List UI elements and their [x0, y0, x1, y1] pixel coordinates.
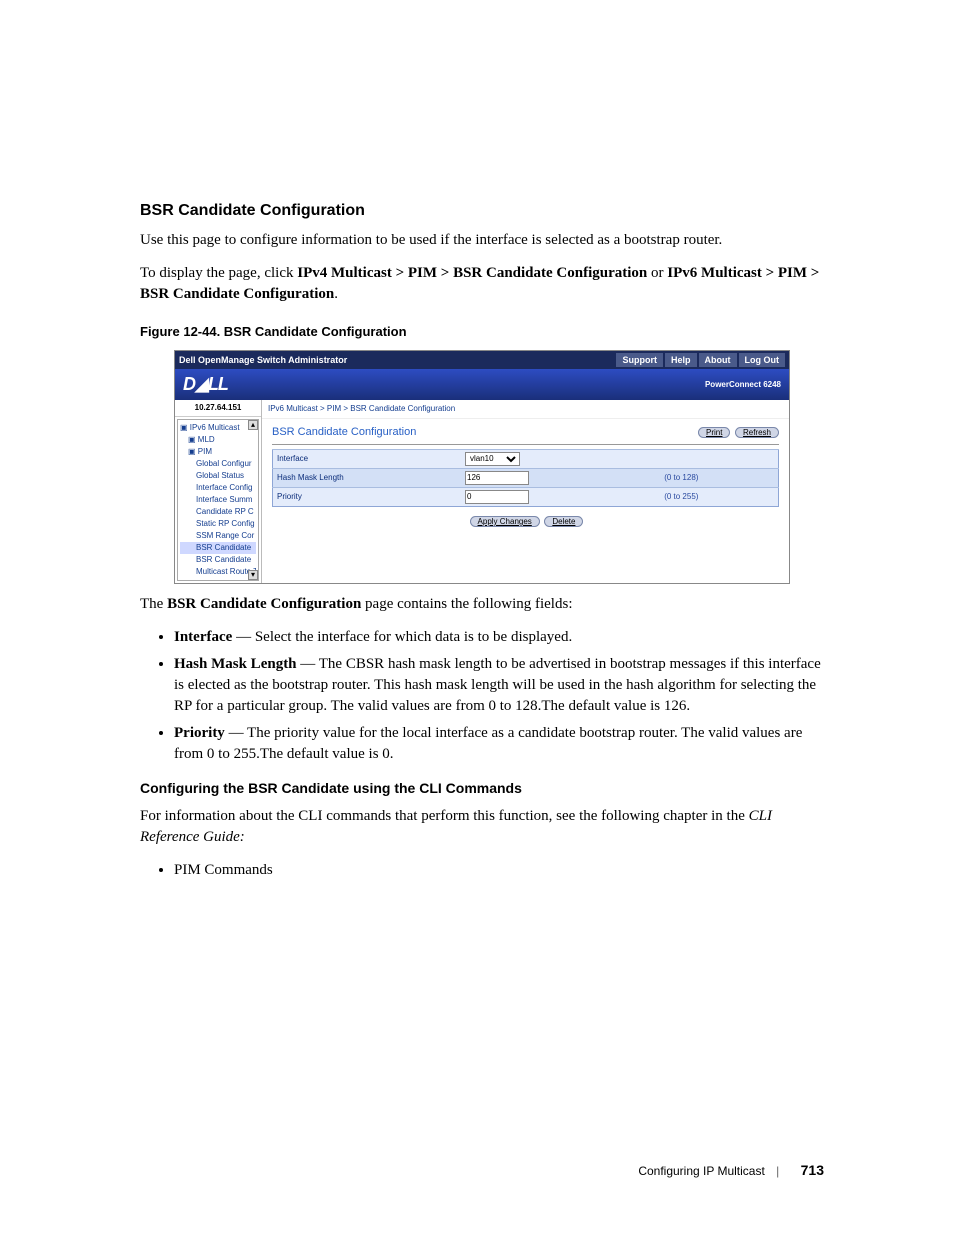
footer-chapter-title: Configuring IP Multicast: [638, 1164, 765, 1178]
cli-para-lead: For information about the CLI commands t…: [140, 808, 749, 824]
top-links: Support Help About Log Out: [616, 353, 785, 368]
app-title: Dell OpenManage Switch Administrator: [179, 354, 347, 367]
apply-changes-button[interactable]: Apply Changes: [470, 516, 540, 527]
delete-button[interactable]: Delete: [544, 516, 583, 527]
cli-heading: Configuring the BSR Candidate using the …: [140, 779, 824, 799]
cli-chapter-list: PIM Commands: [140, 860, 824, 881]
footer-page-number: 713: [801, 1162, 824, 1178]
cli-pim-commands: PIM Commands: [174, 860, 824, 881]
field-hash-mask-length: Hash Mask Length — The CBSR hash mask le…: [174, 654, 824, 717]
panel-title: BSR Candidate Configuration: [272, 425, 416, 440]
tree-static-rp-config[interactable]: Static RP Config: [180, 518, 256, 530]
nav-lead: To display the page, click: [140, 265, 297, 281]
screenshot: Dell OpenManage Switch Administrator Sup…: [174, 350, 790, 584]
tree-multicast-route-ta[interactable]: Multicast Route Ta: [180, 566, 256, 578]
footer-separator: |: [776, 1164, 779, 1178]
tree-candidate-rp-c[interactable]: Candidate RP C: [180, 506, 256, 518]
content-pane: IPv6 Multicast > PIM > BSR Candidate Con…: [262, 400, 789, 582]
tree-interface-summ[interactable]: Interface Summ: [180, 494, 256, 506]
intro-paragraph: Use this page to configure information t…: [140, 230, 824, 251]
tree-global-configur[interactable]: Global Configur: [180, 458, 256, 470]
hash-mask-length-label: Hash Mask Length: [273, 468, 462, 487]
app-titlebar: Dell OpenManage Switch Administrator Sup…: [175, 351, 789, 370]
field-priority-term: Priority: [174, 725, 225, 741]
hash-mask-length-input[interactable]: [465, 471, 529, 485]
field-priority: Priority — The priority value for the lo…: [174, 723, 824, 765]
tree-global-status[interactable]: Global Status: [180, 470, 256, 482]
support-link[interactable]: Support: [616, 353, 663, 368]
tree-ipv6-multicast[interactable]: ▣ IPv6 Multicast: [180, 422, 256, 434]
tree-bsr-candidate-selected[interactable]: BSR Candidate: [180, 542, 256, 554]
interface-select[interactable]: vlan10: [465, 452, 520, 466]
field-interface: Interface — Select the interface for whi…: [174, 627, 824, 648]
tree-pim[interactable]: ▣ PIM: [180, 446, 256, 458]
nav-period: .: [334, 286, 338, 302]
refresh-button[interactable]: Refresh: [735, 427, 779, 438]
tree-ssm-range-cor[interactable]: SSM Range Cor: [180, 530, 256, 542]
field-hash-term: Hash Mask Length: [174, 656, 297, 672]
fields-intro: The BSR Candidate Configuration page con…: [140, 594, 824, 615]
model-label: PowerConnect 6248: [705, 379, 781, 390]
device-ip[interactable]: 10.27.64.151: [175, 400, 261, 416]
scroll-up-icon[interactable]: ▴: [248, 420, 258, 430]
tree-bsr-candidate-2[interactable]: BSR Candidate: [180, 554, 256, 566]
help-link[interactable]: Help: [665, 353, 697, 368]
sidebar: 10.27.64.151 ▴ ▣ IPv6 Multicast ▣ MLD ▣ …: [175, 400, 262, 582]
fields-intro-tail: page contains the following fields:: [361, 596, 572, 612]
fields-intro-bold: BSR Candidate Configuration: [167, 596, 361, 612]
logout-link[interactable]: Log Out: [739, 353, 786, 368]
interface-label: Interface: [273, 449, 462, 468]
hash-mask-length-hint: (0 to 128): [660, 468, 778, 487]
field-interface-term: Interface: [174, 629, 232, 645]
page-footer: Configuring IP Multicast | 713: [140, 1161, 824, 1181]
nav-tree[interactable]: ▴ ▣ IPv6 Multicast ▣ MLD ▣ PIM Global Co…: [177, 419, 259, 581]
about-link[interactable]: About: [699, 353, 737, 368]
nav-paragraph: To display the page, click IPv4 Multicas…: [140, 263, 824, 305]
nav-path-a: IPv4 Multicast > PIM > BSR Candidate Con…: [297, 265, 647, 281]
priority-label: Priority: [273, 487, 462, 506]
scroll-down-icon[interactable]: ▾: [248, 570, 258, 580]
figure-caption: Figure 12-44. BSR Candidate Configuratio…: [140, 323, 824, 341]
logo-bar: D◢LL PowerConnect 6248: [175, 369, 789, 400]
config-form: Interface vlan10 Hash Mask Length: [272, 449, 779, 507]
breadcrumb: IPv6 Multicast > PIM > BSR Candidate Con…: [262, 400, 789, 418]
section-heading: BSR Candidate Configuration: [140, 200, 824, 222]
nav-or: or: [647, 265, 667, 281]
print-button[interactable]: Print: [698, 427, 730, 438]
tree-mld[interactable]: ▣ MLD: [180, 434, 256, 446]
priority-input[interactable]: [465, 490, 529, 504]
tree-interface-config[interactable]: Interface Config: [180, 482, 256, 494]
cli-paragraph: For information about the CLI commands t…: [140, 806, 824, 848]
field-interface-desc: — Select the interface for which data is…: [232, 629, 572, 645]
priority-hint: (0 to 255): [660, 487, 778, 506]
fields-intro-lead: The: [140, 596, 167, 612]
field-list: Interface — Select the interface for whi…: [140, 627, 824, 765]
field-priority-desc: — The priority value for the local inter…: [174, 725, 802, 762]
dell-logo: D◢LL: [183, 372, 228, 397]
